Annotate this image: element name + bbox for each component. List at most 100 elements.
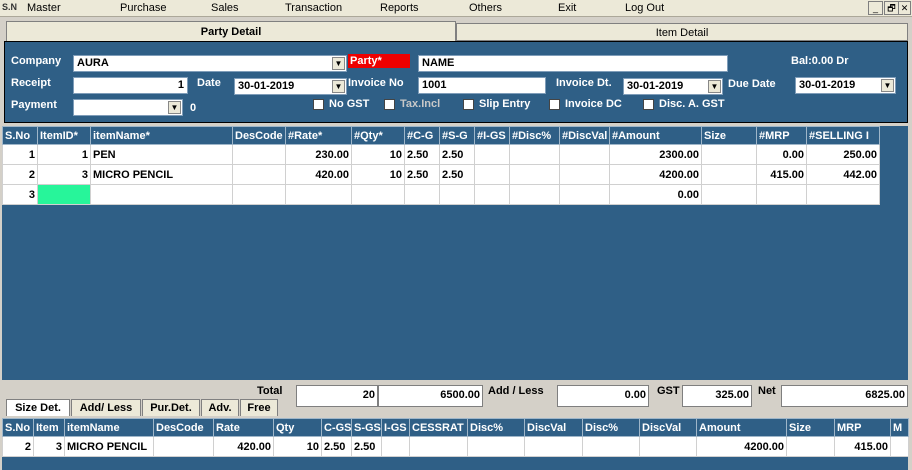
column-header[interactable]: Disc% [582,418,640,437]
table-cell[interactable] [639,436,697,457]
tab-pur-det[interactable]: Pur.Det. [142,399,200,416]
table-cell[interactable] [701,184,757,205]
column-header[interactable]: DesCode [232,126,286,145]
table-cell[interactable] [404,184,440,205]
table-cell[interactable] [474,144,510,165]
table-cell[interactable]: MICRO PENCIL [90,164,233,185]
due-date-picker[interactable]: 30-01-2019 ▼ [795,77,896,94]
menu-others[interactable]: Others [469,2,502,14]
column-header[interactable]: C-GS [321,418,352,437]
table-cell[interactable]: 230.00 [285,144,352,165]
table-cell[interactable] [559,184,610,205]
no-gst-checkbox[interactable] [313,99,324,110]
table-cell[interactable] [582,436,640,457]
table-cell[interactable]: 3 [2,184,38,205]
menu-logout[interactable]: Log Out [625,2,664,14]
table-cell[interactable]: 2.50 [404,164,440,185]
menu-reports[interactable]: Reports [380,2,419,14]
column-header[interactable]: #MRP [756,126,807,145]
table-row[interactable]: 2 3 MICRO PENCIL 420.00 10 2.50 2.50 4200.00 415… [2,164,880,185]
table-cell[interactable]: MICRO PENCIL [64,436,154,457]
column-header[interactable]: Size [701,126,757,145]
tab-free[interactable]: Free [240,399,278,416]
column-header[interactable]: M [890,418,909,437]
table-cell[interactable]: 2.50 [351,436,382,457]
table-cell[interactable]: 3 [37,164,91,185]
tab-party-detail[interactable]: Party Detail [6,21,456,41]
table-cell[interactable] [509,144,560,165]
table-cell[interactable] [37,184,91,205]
column-header[interactable]: CESSRAT [409,418,468,437]
table-cell[interactable]: 420.00 [213,436,274,457]
minimize-icon[interactable]: _ [868,1,883,15]
table-cell[interactable] [756,184,807,205]
table-cell[interactable]: 2.50 [439,164,475,185]
column-header[interactable]: #Amount [609,126,702,145]
restore-icon[interactable]: 🗗 [884,1,899,15]
menu-sales[interactable]: Sales [211,2,239,14]
close-icon[interactable]: ✕ [898,1,911,15]
column-header[interactable]: #I-GS [474,126,510,145]
table-cell[interactable] [285,184,352,205]
date-picker[interactable]: 30-01-2019 ▼ [234,78,347,95]
party-input[interactable]: NAME [418,55,728,72]
table-cell[interactable] [786,436,835,457]
column-header[interactable]: Size [786,418,835,437]
column-header[interactable]: #SELLING I [806,126,880,145]
table-cell[interactable]: 3 [33,436,65,457]
column-header[interactable]: Amount [696,418,787,437]
table-cell[interactable] [232,184,286,205]
table-cell[interactable]: 415.00 [834,436,891,457]
column-header[interactable]: Disc% [467,418,525,437]
table-cell[interactable]: 0.00 [609,184,702,205]
table-cell[interactable]: 2 [2,164,38,185]
table-cell[interactable]: 1 [37,144,91,165]
table-cell[interactable] [381,436,410,457]
column-header[interactable]: Rate [213,418,274,437]
size-detail-grid[interactable]: S.No Item itemName DesCode Rate Qty C-GS S-GS I-… [2,418,909,470]
table-cell[interactable] [351,184,405,205]
menu-exit[interactable]: Exit [558,2,576,14]
table-cell[interactable]: PEN [90,144,233,165]
tab-size-det[interactable]: Size Det. [6,399,70,416]
table-cell[interactable] [474,164,510,185]
table-cell[interactable] [439,184,475,205]
chevron-down-icon[interactable]: ▼ [332,80,345,93]
table-cell[interactable] [509,184,560,205]
column-header[interactable]: #S-G [439,126,475,145]
slip-entry-checkbox[interactable] [463,99,474,110]
tab-add-less[interactable]: Add/ Less [71,399,141,416]
table-cell[interactable]: 4200.00 [696,436,787,457]
table-cell[interactable]: 0.00 [756,144,807,165]
table-cell[interactable]: 10 [273,436,322,457]
company-select[interactable]: AURA ▼ [73,55,347,72]
invoice-dc-checkbox[interactable] [549,99,560,110]
table-cell[interactable]: 4200.00 [609,164,702,185]
table-cell[interactable]: 2.50 [439,144,475,165]
table-cell[interactable] [409,436,468,457]
invoice-dt-picker[interactable]: 30-01-2019 ▼ [623,78,723,95]
table-cell[interactable] [232,144,286,165]
column-header[interactable]: ItemID* [37,126,91,145]
table-cell[interactable] [890,436,909,457]
table-cell[interactable] [524,436,583,457]
table-cell[interactable] [559,164,610,185]
column-header[interactable]: #Disc% [509,126,560,145]
table-cell[interactable] [701,164,757,185]
column-header[interactable]: DiscVal [524,418,583,437]
menu-purchase[interactable]: Purchase [120,2,166,14]
invoice-no-input[interactable]: 1001 [418,77,546,94]
table-cell[interactable] [232,164,286,185]
table-row[interactable]: 1 1 PEN 230.00 10 2.50 2.50 2300.00 0.00 250.00 [2,144,880,165]
table-cell[interactable]: 2 [2,436,34,457]
table-cell[interactable] [806,184,880,205]
chevron-down-icon[interactable]: ▼ [168,101,181,114]
column-header[interactable]: #C-G [404,126,440,145]
table-cell[interactable]: 415.00 [756,164,807,185]
table-cell[interactable] [474,184,510,205]
column-header[interactable]: S.No [2,126,38,145]
column-header[interactable]: itemName* [90,126,233,145]
column-header[interactable]: S.No [2,418,34,437]
tab-adv[interactable]: Adv. [201,399,239,416]
menu-transaction[interactable]: Transaction [285,2,342,14]
